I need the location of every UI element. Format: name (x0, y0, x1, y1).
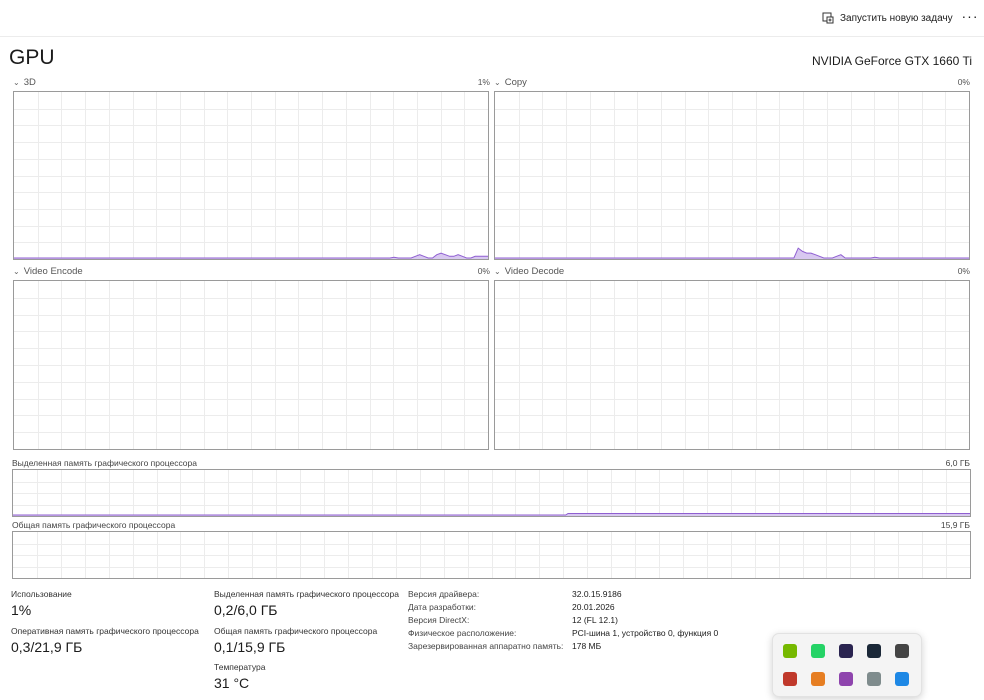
command-bar: Запустить новую задачу ··· (0, 0, 984, 37)
engine-selector-copy[interactable]: ⌄ Copy (494, 77, 527, 88)
pen-icon[interactable] (839, 672, 853, 686)
gm1-canvas (13, 532, 970, 578)
g2-canvas (14, 281, 488, 449)
engine-percent-3d: 1% (477, 77, 490, 87)
engine-selector-3d[interactable]: ⌄ 3D (13, 77, 36, 88)
physical-location-label: Физическое расположение: (408, 628, 517, 638)
directx-version-label: Версия DirectX: (408, 615, 470, 625)
directx-version-value: 12 (FL 12.1) (572, 615, 618, 625)
antivirus-icon[interactable] (783, 672, 797, 686)
dedicated-memory-value: 0,2/6,0 ГБ (214, 602, 278, 618)
utilization-value: 1% (11, 602, 32, 618)
reserved-memory-label: Зарезервированная аппаратно память: (408, 641, 564, 651)
g0-canvas (14, 92, 488, 259)
dedicated-memory-label: Выделенная память графического процессор… (214, 589, 399, 599)
run-new-task-button[interactable]: Запустить новую задачу (822, 8, 953, 28)
chevron-down-icon: ⌄ (494, 78, 501, 87)
shared-memory-graph-label: Общая память графического процессора (12, 520, 176, 530)
network-icon[interactable] (895, 644, 909, 658)
engine-label-copy: Copy (504, 77, 527, 88)
temperature-value: 31 °C (214, 675, 250, 691)
physical-location-value: PCI-шина 1, устройство 0, функция 0 (572, 628, 719, 638)
shared-memory-label: Общая память графического процессора (214, 626, 378, 636)
driver-version-value: 32.0.15.9186 (572, 589, 622, 599)
dedicated-memory-graph-label: Выделенная память графического процессор… (12, 458, 197, 468)
engine-selector-video-decode[interactable]: ⌄ Video Decode (494, 266, 564, 277)
engine-percent-copy: 0% (957, 77, 970, 87)
engine-label-video-decode: Video Decode (504, 266, 565, 277)
engine-percent-video-encode: 0% (477, 266, 490, 276)
utilization-label: Использование (11, 589, 72, 599)
engine-percent-video-decode: 0% (957, 266, 970, 276)
g1-canvas (495, 92, 969, 259)
engine-graph-video-encode (13, 280, 489, 450)
engine-graph-3d (13, 91, 489, 260)
chevron-down-icon: ⌄ (13, 267, 20, 276)
engine-graph-video-decode (494, 280, 970, 450)
driver-date-label: Дата разработки: (408, 602, 477, 612)
bluetooth-icon[interactable] (895, 672, 909, 686)
shared-memory-value: 0,1/15,9 ГБ (214, 639, 286, 655)
gpu-ram-value: 0,3/21,9 ГБ (11, 639, 83, 655)
gm0-canvas (13, 470, 970, 516)
engine-selector-video-encode[interactable]: ⌄ Video Encode (13, 266, 83, 277)
shared-memory-graph (12, 531, 971, 579)
engine-label-video-encode: Video Encode (23, 266, 83, 277)
dedicated-memory-graph (12, 469, 971, 517)
tray-overflow-flyout (772, 633, 922, 697)
sticky-icon[interactable] (811, 672, 825, 686)
driver-version-label: Версия драйвера: (408, 589, 480, 599)
device-name: NVIDIA GeForce GTX 1660 Ti (811, 54, 972, 68)
chevron-down-icon: ⌄ (13, 78, 20, 87)
engine-graph-copy (494, 91, 970, 260)
new-task-icon (822, 12, 834, 24)
app-dark-icon[interactable] (839, 644, 853, 658)
whatsapp-icon[interactable] (811, 644, 825, 658)
g3-canvas (495, 281, 969, 449)
run-new-task-label: Запустить новую задачу (840, 12, 953, 24)
nvidia-icon[interactable] (783, 644, 797, 658)
gpu-ram-label: Оперативная память графического процессо… (11, 626, 199, 636)
more-options-button[interactable]: ··· (960, 6, 980, 28)
steam-icon[interactable] (867, 644, 881, 658)
shared-memory-max: 15,9 ГБ (940, 520, 970, 530)
reserved-memory-value: 178 МБ (572, 641, 602, 651)
page-title: GPU (9, 46, 55, 69)
driver-date-value: 20.01.2026 (572, 602, 615, 612)
engine-label-3d: 3D (23, 77, 36, 88)
temperature-label: Температура (214, 662, 266, 672)
dedicated-memory-max: 6,0 ГБ (945, 458, 970, 468)
window-icon[interactable] (867, 672, 881, 686)
chevron-down-icon: ⌄ (494, 267, 501, 276)
